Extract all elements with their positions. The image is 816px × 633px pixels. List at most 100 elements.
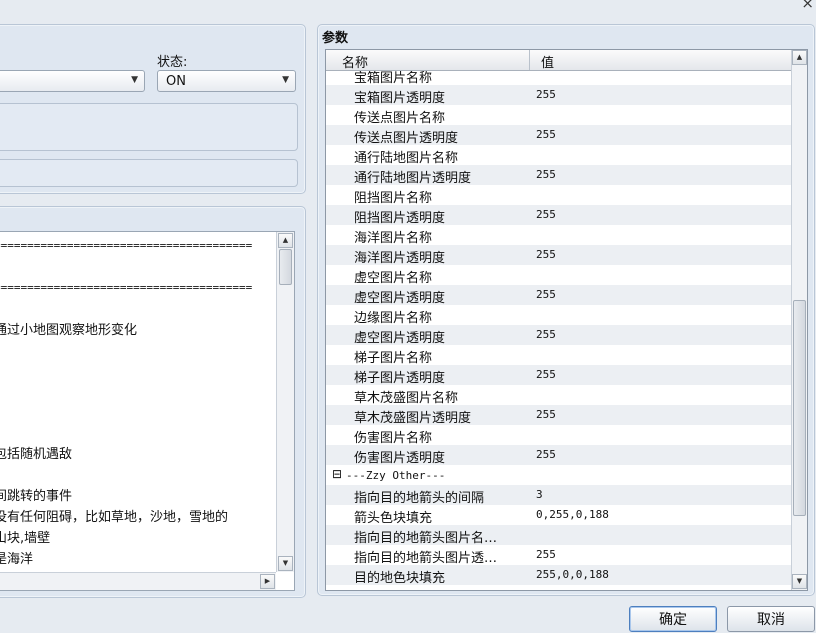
param-row[interactable]: 指向目的地箭头的间隔 3 — [326, 485, 791, 506]
param-value: 255 — [536, 168, 556, 181]
param-value: 255 — [536, 368, 556, 381]
param-name: 箭头色块填充 — [354, 511, 433, 526]
help-text-area[interactable]: ======================================= … — [0, 231, 295, 591]
param-row[interactable]: 宝箱图片透明度 255 — [326, 85, 791, 106]
param-name: 海洋图片名称 — [354, 231, 433, 246]
param-name: 阻挡图片透明度 — [354, 211, 446, 226]
param-row[interactable]: 指向目的地箭头图片名… — [326, 525, 791, 546]
param-name: 指向目的地箭头图片透… — [354, 551, 498, 566]
param-value: 255 — [536, 288, 556, 301]
help-text-line: 通过小地图观察地形变化 — [0, 323, 138, 338]
param-name: 梯子图片透明度 — [354, 371, 446, 386]
param-name: 宝箱图片透明度 — [354, 91, 446, 106]
help-text-line: ======================================= — [0, 239, 253, 252]
param-value: 255 — [536, 328, 556, 341]
param-row[interactable]: 草木茂盛图片名称 — [326, 385, 791, 406]
param-row[interactable]: 边缘图片名称 — [326, 305, 791, 326]
params-panel: 参数 宝箱图片名称 宝箱图片透明度 255 传送点图片名称 传送点图片透明度 255 通行陆… — [317, 24, 815, 596]
param-row[interactable]: 通行陆地图片名称 — [326, 145, 791, 166]
scroll-down-button[interactable]: ▼ — [792, 574, 807, 589]
param-value: 255 — [536, 208, 556, 221]
param-row[interactable]: 海洋图片名称 — [326, 225, 791, 246]
param-row[interactable]: 传送点图片透明度 255 — [326, 125, 791, 146]
column-header-name[interactable]: 名称 — [342, 52, 368, 71]
scroll-thumb[interactable] — [793, 300, 806, 516]
params-grid[interactable]: 宝箱图片名称 宝箱图片透明度 255 传送点图片名称 传送点图片透明度 255 通行陆地图片… — [325, 49, 808, 591]
param-row[interactable]: 箭头色块填充 0,255,0,188 — [326, 505, 791, 526]
param-group-label: ---Zzy Other--- — [346, 469, 446, 482]
close-icon[interactable]: × — [801, 0, 814, 12]
status-select-value: ON — [166, 74, 186, 89]
ok-button[interactable]: 确定 — [629, 606, 717, 632]
param-row[interactable]: 虚空图片透明度 255 — [326, 285, 791, 306]
param-row[interactable]: 梯子图片透明度 255 — [326, 365, 791, 386]
scroll-up-button[interactable]: ▲ — [278, 233, 293, 248]
param-name: 虚空图片名称 — [354, 271, 433, 286]
status-select[interactable]: ON ▼ — [157, 70, 296, 92]
params-grid-header: 名称 值 — [326, 50, 791, 71]
param-row[interactable]: 海洋图片透明度 255 — [326, 245, 791, 266]
param-name: 伤害图片名称 — [354, 431, 433, 446]
param-name: 伤害图片透明度 — [354, 451, 446, 466]
param-name: 虚空图片透明度 — [354, 291, 446, 306]
help-panel: ======================================= … — [0, 206, 306, 598]
scroll-up-button[interactable]: ▲ — [792, 50, 807, 65]
param-row[interactable]: 梯子图片名称 — [326, 345, 791, 366]
scroll-down-button[interactable]: ▼ — [278, 556, 293, 571]
param-name: 目的地色块填充 — [354, 571, 446, 586]
param-name: 梯子图片名称 — [354, 351, 433, 366]
scroll-right-button[interactable]: ▶ — [260, 574, 275, 589]
chevron-down-icon: ▼ — [282, 75, 289, 85]
param-name: 指向目的地箭头的间隔 — [354, 491, 485, 506]
help-text-line: 没有任何阻碍，比如草地，沙地，雪地的 — [0, 510, 229, 525]
param-value: 255 — [536, 128, 556, 141]
column-header-value[interactable]: 值 — [541, 52, 554, 71]
cancel-button[interactable]: 取消 — [727, 606, 815, 632]
description-box — [0, 103, 298, 151]
param-value: 255 — [536, 248, 556, 261]
param-name: 虚空图片透明度 — [354, 331, 446, 346]
param-row[interactable]: 通行陆地图片透明度 255 — [326, 165, 791, 186]
param-name: 阻挡图片名称 — [354, 191, 433, 206]
param-name: 传送点图片透明度 — [354, 131, 459, 146]
help-text-line: 间跳转的事件 — [0, 489, 73, 504]
param-value: 0,255,0,188 — [536, 508, 609, 521]
help-horizontal-scrollbar[interactable]: ▶ — [0, 572, 276, 590]
collapse-icon[interactable]: ⊟ — [332, 467, 342, 481]
plugin-settings-panel: ▼ 状态: ON ▼ — [0, 24, 306, 194]
author-box — [0, 159, 298, 187]
help-vertical-scrollbar[interactable]: ▲ ▼ — [276, 232, 294, 572]
param-row[interactable]: 伤害图片名称 — [326, 425, 791, 446]
params-vertical-scrollbar[interactable]: ▲ ▼ — [791, 50, 807, 590]
status-label: 状态: — [157, 55, 188, 70]
param-row[interactable]: 伤害图片透明度 255 — [326, 445, 791, 466]
chevron-down-icon: ▼ — [131, 75, 138, 85]
param-name: 海洋图片透明度 — [354, 251, 446, 266]
param-group-row[interactable]: ⊟ ---Zzy Other--- — [326, 465, 791, 485]
help-text-line: 包括随机遇敌 — [0, 447, 73, 462]
param-name: 草木茂盛图片透明度 — [354, 411, 472, 426]
param-value: 255,0,0,188 — [536, 568, 609, 581]
param-row[interactable]: 目的地色块填充 255,0,0,188 — [326, 565, 791, 586]
help-text-line: 是海洋 — [0, 552, 34, 567]
param-value: 255 — [536, 88, 556, 101]
param-row[interactable]: 阻挡图片透明度 255 — [326, 205, 791, 226]
param-name: 通行陆地图片透明度 — [354, 171, 472, 186]
param-name: 通行陆地图片名称 — [354, 151, 459, 166]
scroll-thumb[interactable] — [279, 249, 292, 285]
param-name: 传送点图片名称 — [354, 111, 446, 126]
param-value: 255 — [536, 448, 556, 461]
param-row[interactable]: 阻挡图片名称 — [326, 185, 791, 206]
param-row[interactable]: 虚空图片透明度 255 — [326, 325, 791, 346]
column-separator[interactable] — [529, 50, 530, 70]
param-value: 255 — [536, 548, 556, 561]
param-name: 边缘图片名称 — [354, 311, 433, 326]
param-row[interactable]: 指向目的地箭头图片透… 255 — [326, 545, 791, 566]
help-text-line: ======================================= — [0, 281, 253, 294]
param-row[interactable]: 虚空图片名称 — [326, 265, 791, 286]
param-row[interactable]: 草木茂盛图片透明度 255 — [326, 405, 791, 426]
plugin-name-combo[interactable]: ▼ — [0, 70, 145, 92]
param-value: 255 — [536, 408, 556, 421]
help-text-line: 山块,墙壁 — [0, 531, 51, 546]
param-row[interactable]: 传送点图片名称 — [326, 105, 791, 126]
